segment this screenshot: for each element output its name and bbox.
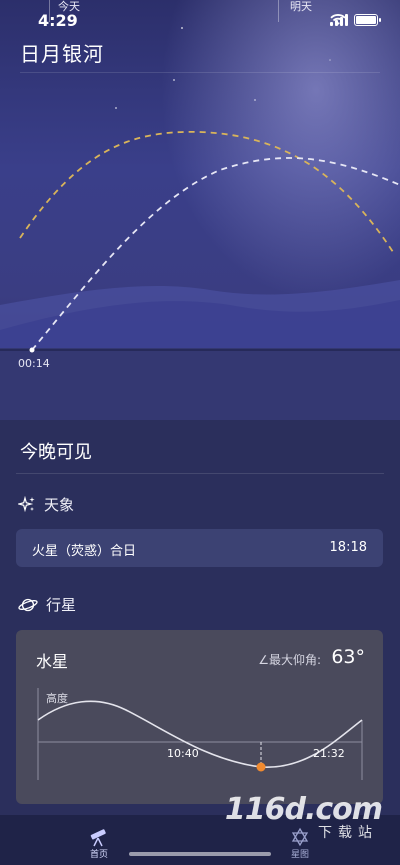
day-tomorrow-label: 明天 — [290, 0, 312, 13]
chart-start-time: 00:14 — [18, 357, 50, 370]
telescope-icon — [90, 829, 106, 847]
planet-icon — [18, 598, 38, 611]
star — [173, 79, 175, 81]
wifi-icon — [330, 14, 346, 25]
planet-name: 水星 — [36, 652, 69, 671]
tab-starmap[interactable]: 星图 — [289, 827, 311, 860]
rise-time: 10:40 — [167, 747, 199, 760]
altitude-axis-label: 高度 — [46, 692, 68, 705]
day-divider — [278, 0, 279, 22]
planets-heading-label: 行星 — [46, 596, 77, 614]
watermark-subtitle: 下载站 — [318, 825, 378, 841]
star — [329, 59, 331, 61]
page-title: 日月银河 — [20, 42, 104, 66]
celestial-heading: 天象 — [18, 494, 74, 515]
max-altitude-label: ∠最大仰角: — [258, 653, 321, 667]
tab-home-label: 首页 — [89, 850, 108, 860]
star — [254, 99, 256, 101]
battery-icon — [354, 14, 381, 26]
ground — [0, 348, 400, 420]
sky-panel: 今天 明天 4:29 日月银河 00:14 — [0, 0, 400, 420]
planet-position-dot — [256, 762, 266, 772]
star-of-david-icon — [291, 827, 309, 847]
set-time: 21:32 — [313, 747, 345, 760]
tab-starmap-label: 星图 — [290, 850, 309, 860]
section-title: 今晚可见 — [20, 442, 92, 463]
celestial-heading-label: 天象 — [44, 496, 75, 514]
divider — [20, 72, 380, 73]
event-card[interactable]: 火星（荧惑）合日 18:18 — [16, 529, 383, 567]
home-indicator — [129, 852, 271, 856]
altitude-chart — [37, 688, 363, 780]
divider — [16, 473, 384, 474]
event-name: 火星（荧惑）合日 — [32, 544, 137, 559]
planets-heading: 行星 — [18, 594, 76, 615]
event-time: 18:18 — [329, 540, 367, 555]
sparkle-icon — [18, 495, 35, 512]
status-bar: 今天 明天 4:29 — [0, 0, 400, 40]
star — [115, 107, 117, 109]
moon-start-dot — [29, 347, 35, 353]
max-altitude-value: 63° — [331, 646, 365, 668]
tab-home[interactable]: 首页 — [88, 827, 110, 860]
status-icons — [330, 14, 381, 26]
sun-path — [19, 130, 396, 256]
clock: 4:29 — [38, 11, 78, 30]
planet-card-mercury[interactable]: 水星 ∠最大仰角: 63° 高度 10:40 21:32 — [16, 630, 383, 804]
